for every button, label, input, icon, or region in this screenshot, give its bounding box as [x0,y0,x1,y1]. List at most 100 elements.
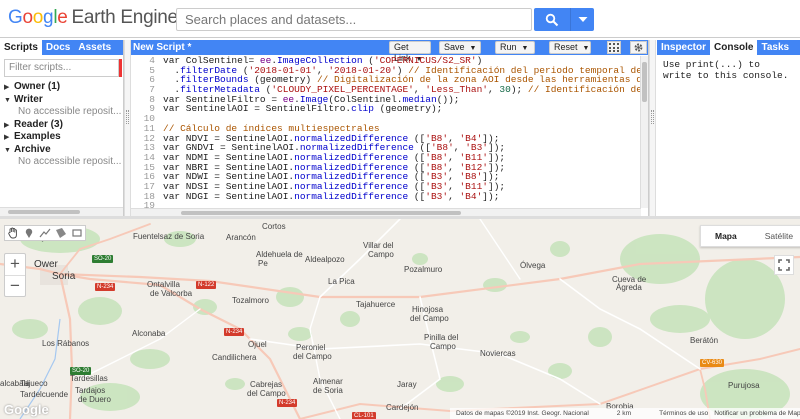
report-problem-link[interactable]: Notificar un problema de Maps [714,408,800,419]
place-label: de Soria [313,386,343,395]
code-line[interactable]: 9 var SentinelAOI = SentinelFiltro.clip (… [131,104,641,114]
marker-icon[interactable] [21,226,37,240]
fullscreen-button[interactable] [774,255,794,275]
expand-triangle-icon[interactable]: ▶ [4,82,14,94]
place-label: alcabalá [0,379,30,388]
app-header: Google Earth Engine Search places and dat… [0,0,800,38]
expand-triangle-icon[interactable]: ▶ [4,132,14,144]
map-type-satellite-button[interactable]: Satélite [751,226,800,246]
place-label: del Campo [247,389,286,398]
gear-icon [634,43,643,52]
search-input[interactable]: Search places and datasets... [176,8,532,31]
search-options-button[interactable] [570,8,594,31]
expand-triangle-icon[interactable]: ▼ [4,95,14,107]
place-label: Pe [258,259,268,268]
get-link-button[interactable]: Get Link ▼ [389,41,431,63]
tab-inspector[interactable]: Inspector [657,40,710,55]
earth-engine-logo[interactable]: Google Earth Engine [8,7,178,29]
place-label: Purujosa [728,381,760,390]
place-label: Jaray [397,380,417,389]
rectangle-icon[interactable] [69,226,85,240]
tab-scripts[interactable]: Scripts [0,40,42,55]
editor-vertical-scrollbar[interactable] [640,56,648,208]
road-shield: N-234 [95,283,116,291]
filter-scripts-input[interactable]: Filter scripts... [4,59,122,77]
road-shield: SO-20 [70,367,92,375]
place-label: de Valcorba [150,289,193,298]
city-label: Soria [52,271,76,282]
place-label: La Pica [328,277,355,286]
left-horizontal-scrollbar[interactable] [0,207,123,216]
apps-button[interactable] [607,41,621,54]
map-type-map-button[interactable]: Mapa [701,226,751,246]
code-line[interactable]: 19 [131,201,641,208]
caret-down-icon [578,16,587,22]
road-shield: CV-630 [700,359,725,367]
run-button[interactable]: Run ▼ [495,41,535,54]
road-shield: N-234 [277,399,298,407]
place-label: Noviercas [480,349,516,358]
tree-folder[interactable]: ▼ Writer [4,94,123,107]
map-attribution: Datos de mapas ©2019 Inst. Geogr. Nacion… [456,410,589,417]
place-label: Alconaba [132,329,166,338]
reset-button[interactable]: Reset ▼ [549,41,591,54]
left-splitter[interactable] [124,40,131,216]
fullscreen-icon [778,259,790,271]
zoom-control: + − [4,253,26,297]
right-splitter[interactable] [649,40,656,216]
tree-empty-note: No accessible reposit... [18,156,122,167]
grid-icon [609,43,619,52]
map-canvas[interactable]: CortosGolmayoAldealpozoVillar delCampoÓl… [0,219,800,419]
tab-docs[interactable]: Docs [42,40,74,55]
settings-button[interactable] [630,41,647,54]
road-shield: N-122 [196,281,217,289]
tab-assets[interactable]: Assets [74,40,115,55]
line-icon[interactable] [37,226,53,240]
place-label: Tajahuerce [356,300,396,309]
script-title[interactable]: New Script * [133,42,191,53]
editor-horizontal-scrollbar[interactable] [131,208,641,216]
tree-folder[interactable]: ▶ Examples [4,131,123,144]
place-label: Fuentelsaz de Soria [133,232,205,241]
place-label: Tardesillas [70,374,108,383]
search-button[interactable] [534,8,570,31]
place-label: Aldehuela de [256,250,303,259]
tab-tasks[interactable]: Tasks [757,40,793,55]
map-scale[interactable]: 2 km [617,408,631,419]
tree-empty-note: No accessible reposit... [18,106,122,117]
right-tabs: Inspector Console Tasks [657,40,800,55]
tree-folder[interactable]: ▼ Archive [4,144,123,157]
city-label: Ower [34,259,58,270]
save-button[interactable]: Save ▼ [439,41,481,54]
place-label: Ontalvilla [147,280,180,289]
polygon-icon[interactable] [53,226,69,240]
place-label: Hinojosa [412,305,444,314]
place-label: Cardejón [386,403,419,412]
code-area[interactable]: 4 var ColSentinel= ee.ImageCollection ('C… [131,56,641,208]
left-tabs: Scripts Docs Assets [0,40,123,55]
place-label: Ágreda [616,283,642,292]
place-label: Cabrejas [250,380,283,389]
hand-icon[interactable] [5,226,21,240]
map-base-layer [0,219,800,419]
tree-folder[interactable]: ▶ Reader (3) [4,119,123,132]
place-label: Aldealpozo [305,255,345,264]
code-line[interactable]: 18 var NDGI = SentinelAOI.normalizedDiffe… [131,191,641,202]
search-icon [545,13,559,26]
place-label: del Campo [410,314,449,323]
map-type-control: Mapa Satélite [700,225,800,247]
filter-placeholder: Filter scripts... [9,62,72,73]
zoom-out-button[interactable]: − [5,276,25,297]
caret-down-icon: ▼ [521,45,529,52]
expand-triangle-icon[interactable]: ▶ [4,120,14,132]
terms-link[interactable]: Términos de uso [659,408,708,419]
place-label: de Duero [78,395,111,404]
place-label: Candilichera [212,353,257,362]
place-label: Peroniel [296,343,326,352]
map-drawing-tools [4,225,86,241]
tab-console[interactable]: Console [710,40,758,55]
expand-triangle-icon[interactable]: ▼ [4,145,14,157]
tree-folder[interactable]: ▶ Owner (1) [4,81,123,94]
place-label: Pozalmuro [404,265,443,274]
zoom-in-button[interactable]: + [5,254,25,275]
